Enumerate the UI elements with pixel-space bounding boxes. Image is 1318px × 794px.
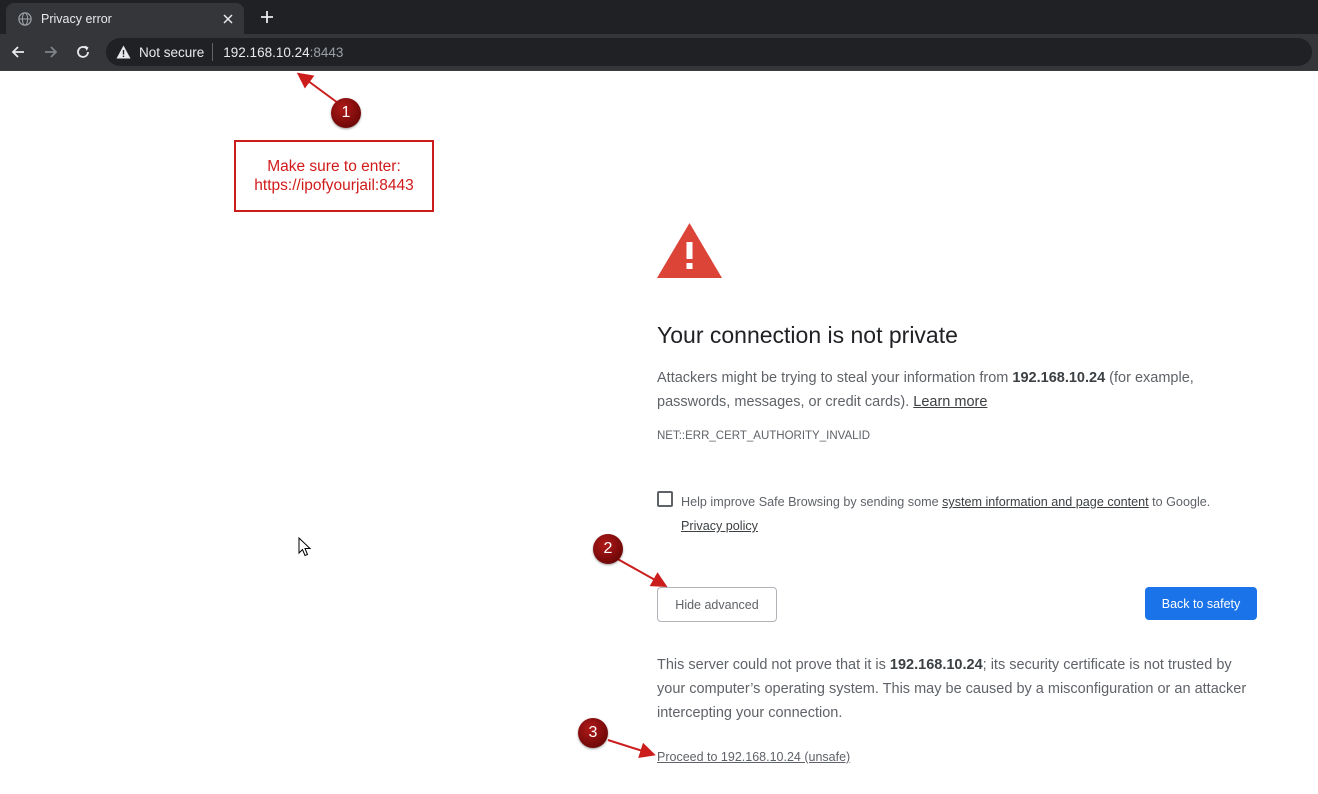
browser-toolbar: Not secure 192.168.10.24:8443 — [0, 34, 1318, 71]
back-to-safety-button[interactable]: Back to safety — [1145, 587, 1257, 620]
annotation-note-line2: https://ipofyourjail:8443 — [254, 177, 414, 194]
address-bar[interactable]: Not secure 192.168.10.24:8443 — [106, 38, 1312, 66]
globe-icon — [18, 11, 32, 26]
annotation-note: Make sure to enter: https://ipofyourjail… — [234, 140, 434, 212]
annotation-arrow-3 — [607, 739, 656, 758]
mouse-cursor-icon — [298, 537, 312, 557]
tab-title: Privacy error — [41, 11, 112, 26]
arrow-right-icon — [45, 46, 58, 58]
tab-close-button[interactable] — [220, 11, 236, 27]
safe-browsing-checkbox[interactable] — [657, 491, 673, 507]
annotation-badge-2: 2 — [593, 534, 623, 564]
tab-strip: Privacy error — [0, 0, 1318, 34]
safe-browsing-text: Help improve Safe Browsing by sending so… — [681, 490, 1261, 538]
warning-icon — [116, 45, 131, 59]
error-code: NET::ERR_CERT_AUTHORITY_INVALID — [657, 430, 871, 442]
url-port: :8443 — [309, 44, 344, 60]
system-info-link[interactable]: system information and page content — [942, 495, 1149, 509]
learn-more-link[interactable]: Learn more — [913, 394, 987, 410]
back-button[interactable] — [8, 42, 28, 62]
annotation-arrow-2 — [613, 556, 668, 587]
reload-button[interactable] — [73, 42, 93, 62]
plus-icon — [261, 11, 273, 23]
details-text-pre: This server could not prove that it is — [657, 657, 890, 673]
intro-text-pre: Attackers might be trying to steal your … — [657, 370, 1013, 386]
warning-triangle-icon — [657, 223, 722, 278]
forward-button[interactable] — [41, 42, 61, 62]
hide-advanced-button[interactable]: Hide advanced — [657, 587, 777, 622]
details-paragraph: This server could not prove that it is 1… — [657, 653, 1262, 725]
reload-icon — [77, 45, 89, 58]
annotation-badge-3: 3 — [578, 718, 608, 748]
url-host: 192.168.10.24 — [223, 44, 310, 60]
safe-browsing-text-post: to Google. — [1148, 495, 1211, 509]
annotation-note-line1: Make sure to enter: — [267, 158, 401, 175]
close-icon — [223, 13, 233, 24]
arrow-left-icon — [11, 46, 24, 58]
proceed-unsafe-link[interactable]: Proceed to 192.168.10.24 (unsafe) — [657, 750, 850, 764]
new-tab-button[interactable] — [257, 7, 277, 27]
details-host: 192.168.10.24 — [889, 657, 983, 673]
intro-paragraph: Attackers might be trying to steal your … — [657, 366, 1257, 414]
annotation-arrow-1 — [296, 72, 339, 104]
omnibox-divider — [212, 43, 214, 61]
annotation-badge-1: 1 — [331, 98, 361, 128]
intro-host: 192.168.10.24 — [1012, 370, 1106, 386]
not-secure-label[interactable]: Not secure — [139, 45, 204, 60]
page-title: Your connection is not private — [657, 322, 958, 348]
tab-privacy-error[interactable]: Privacy error — [6, 3, 244, 34]
safe-browsing-text-pre: Help improve Safe Browsing by sending so… — [681, 495, 943, 509]
privacy-policy-link[interactable]: Privacy policy — [681, 519, 758, 533]
